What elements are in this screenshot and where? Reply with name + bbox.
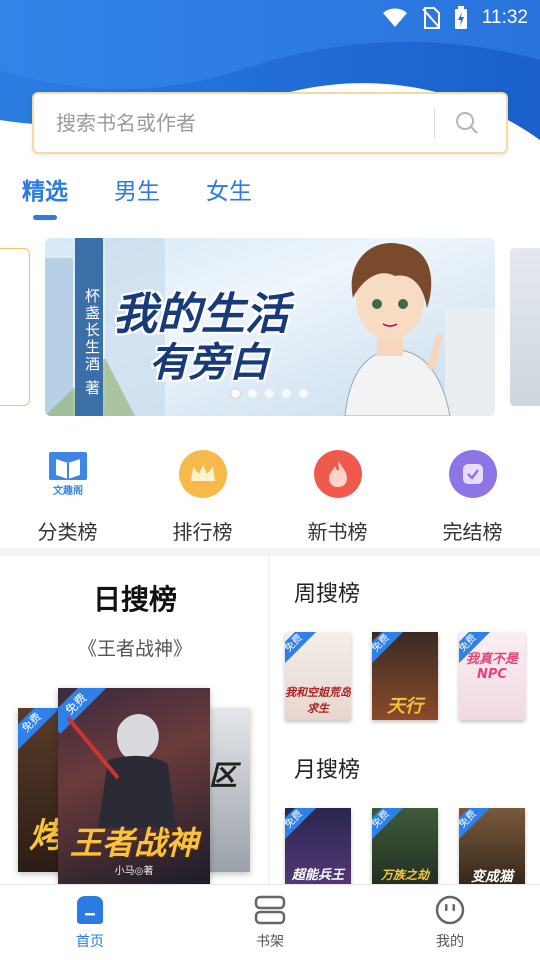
banner-author: 杯盏长生酒 著: [75, 238, 103, 416]
carousel-dot[interactable]: [299, 389, 308, 398]
nav-label: 我的: [436, 933, 464, 950]
book-cover[interactable]: 免费 我和空姐荒岛求生: [285, 632, 351, 720]
free-tag: 免费: [372, 632, 404, 667]
tab-male[interactable]: 男生: [114, 172, 160, 220]
free-tag: 免费: [18, 708, 59, 750]
banner-slide[interactable]: 杯盏长生酒 著 我的生活 有旁白: [45, 238, 495, 416]
battery-icon: [454, 6, 467, 29]
free-tag: 免费: [285, 808, 317, 843]
category-shortcuts: 文趣阁 分类榜 排行榜 新书榜 完结榜: [0, 450, 540, 545]
banner-character-illustration: [344, 242, 451, 416]
search-input[interactable]: [34, 111, 434, 135]
free-tag: 免费: [372, 808, 404, 843]
nav-bookshelf[interactable]: 书架: [210, 895, 330, 951]
book-cover[interactable]: 免费 我真不是NPC: [459, 632, 525, 720]
crown-icon: [178, 450, 227, 498]
free-tag: 免费: [459, 808, 491, 843]
carousel-dot[interactable]: [282, 389, 291, 398]
bottom-navigation: 首页 书架 我的: [0, 884, 540, 960]
cover-title: 天行: [387, 696, 423, 717]
book-cover[interactable]: 免费 万族之劫: [372, 808, 438, 896]
search-bar: [32, 92, 508, 154]
profile-icon: [435, 895, 465, 924]
category-classify[interactable]: 文趣阁 分类榜: [8, 450, 128, 545]
nav-label: 首页: [76, 933, 104, 950]
nav-profile[interactable]: 我的: [390, 895, 510, 951]
category-ranking[interactable]: 排行榜: [143, 450, 263, 545]
tab-featured[interactable]: 精选: [22, 172, 68, 220]
carousel-dot[interactable]: [231, 389, 240, 398]
cover-title: 变成猫: [471, 869, 513, 885]
category-completed[interactable]: 完结榜: [413, 450, 533, 545]
wifi-icon: [382, 8, 407, 27]
section-divider: [0, 548, 540, 556]
weekly-rank-title[interactable]: 周搜榜: [294, 576, 360, 608]
carousel-dot[interactable]: [265, 389, 274, 398]
book-cover[interactable]: 免费 天行: [372, 632, 438, 720]
clock: 11:32: [481, 7, 528, 28]
home-icon: [77, 895, 103, 924]
daily-rank-panel[interactable]: 日搜榜 《王者战神》 免费 烤 区 免费 王者战神 小马◎著: [0, 556, 268, 884]
book-icon-text: 文趣阁: [53, 484, 83, 497]
category-label: 分类榜: [37, 520, 98, 544]
weekly-monthly-rank-panel: 周搜榜 免费 我和空姐荒岛求生 免费 天行 免费 我真不是NPC 月搜榜 免费 …: [270, 556, 540, 896]
cover-byline: 小马◎著: [114, 866, 154, 877]
carousel-dot[interactable]: [248, 389, 257, 398]
cover-title: 我真不是NPC: [465, 652, 518, 682]
search-button[interactable]: [435, 94, 499, 152]
daily-rank-title: 日搜榜: [92, 583, 177, 616]
check-shield-icon: [448, 450, 497, 498]
category-label: 完结榜: [442, 520, 503, 544]
cover-title: 我和空姐荒岛求生: [285, 686, 351, 715]
book-cover[interactable]: 免费 王者战神 小马◎著: [58, 688, 210, 884]
flame-icon: [313, 450, 362, 498]
monthly-rank-title[interactable]: 月搜榜: [294, 752, 360, 784]
prev-banner-peek[interactable]: [0, 248, 30, 406]
category-new-books[interactable]: 新书榜: [278, 450, 398, 545]
cover-title: 万族之劫: [380, 868, 429, 882]
free-tag: 免费: [285, 632, 317, 667]
book-cover[interactable]: 免费 超能兵王: [285, 808, 351, 896]
book-cover[interactable]: 免费 变成猫: [459, 808, 525, 896]
banner-carousel: 杯盏长生酒 著 我的生活 有旁白: [0, 238, 540, 416]
no-sim-icon: [422, 7, 440, 29]
status-bar: 11:32: [0, 0, 540, 36]
search-icon: [456, 112, 478, 134]
tab-female[interactable]: 女生: [206, 172, 252, 220]
book-icon: 文趣阁: [44, 450, 92, 498]
cover-title: 王者战神: [69, 824, 198, 862]
nav-label: 书架: [256, 933, 284, 950]
banner-title-line2: 有旁白: [149, 340, 269, 386]
category-label: 排行榜: [172, 520, 233, 544]
nav-home[interactable]: 首页: [30, 895, 150, 951]
daily-featured-book: 《王者战神》: [77, 638, 192, 660]
next-banner-peek[interactable]: [510, 248, 540, 406]
channel-tabs: 精选 男生 女生: [22, 172, 252, 220]
bookshelf-icon: [254, 895, 286, 924]
cover-title: 超能兵王: [291, 868, 344, 883]
category-label: 新书榜: [307, 520, 368, 544]
carousel-indicator: [231, 389, 308, 398]
